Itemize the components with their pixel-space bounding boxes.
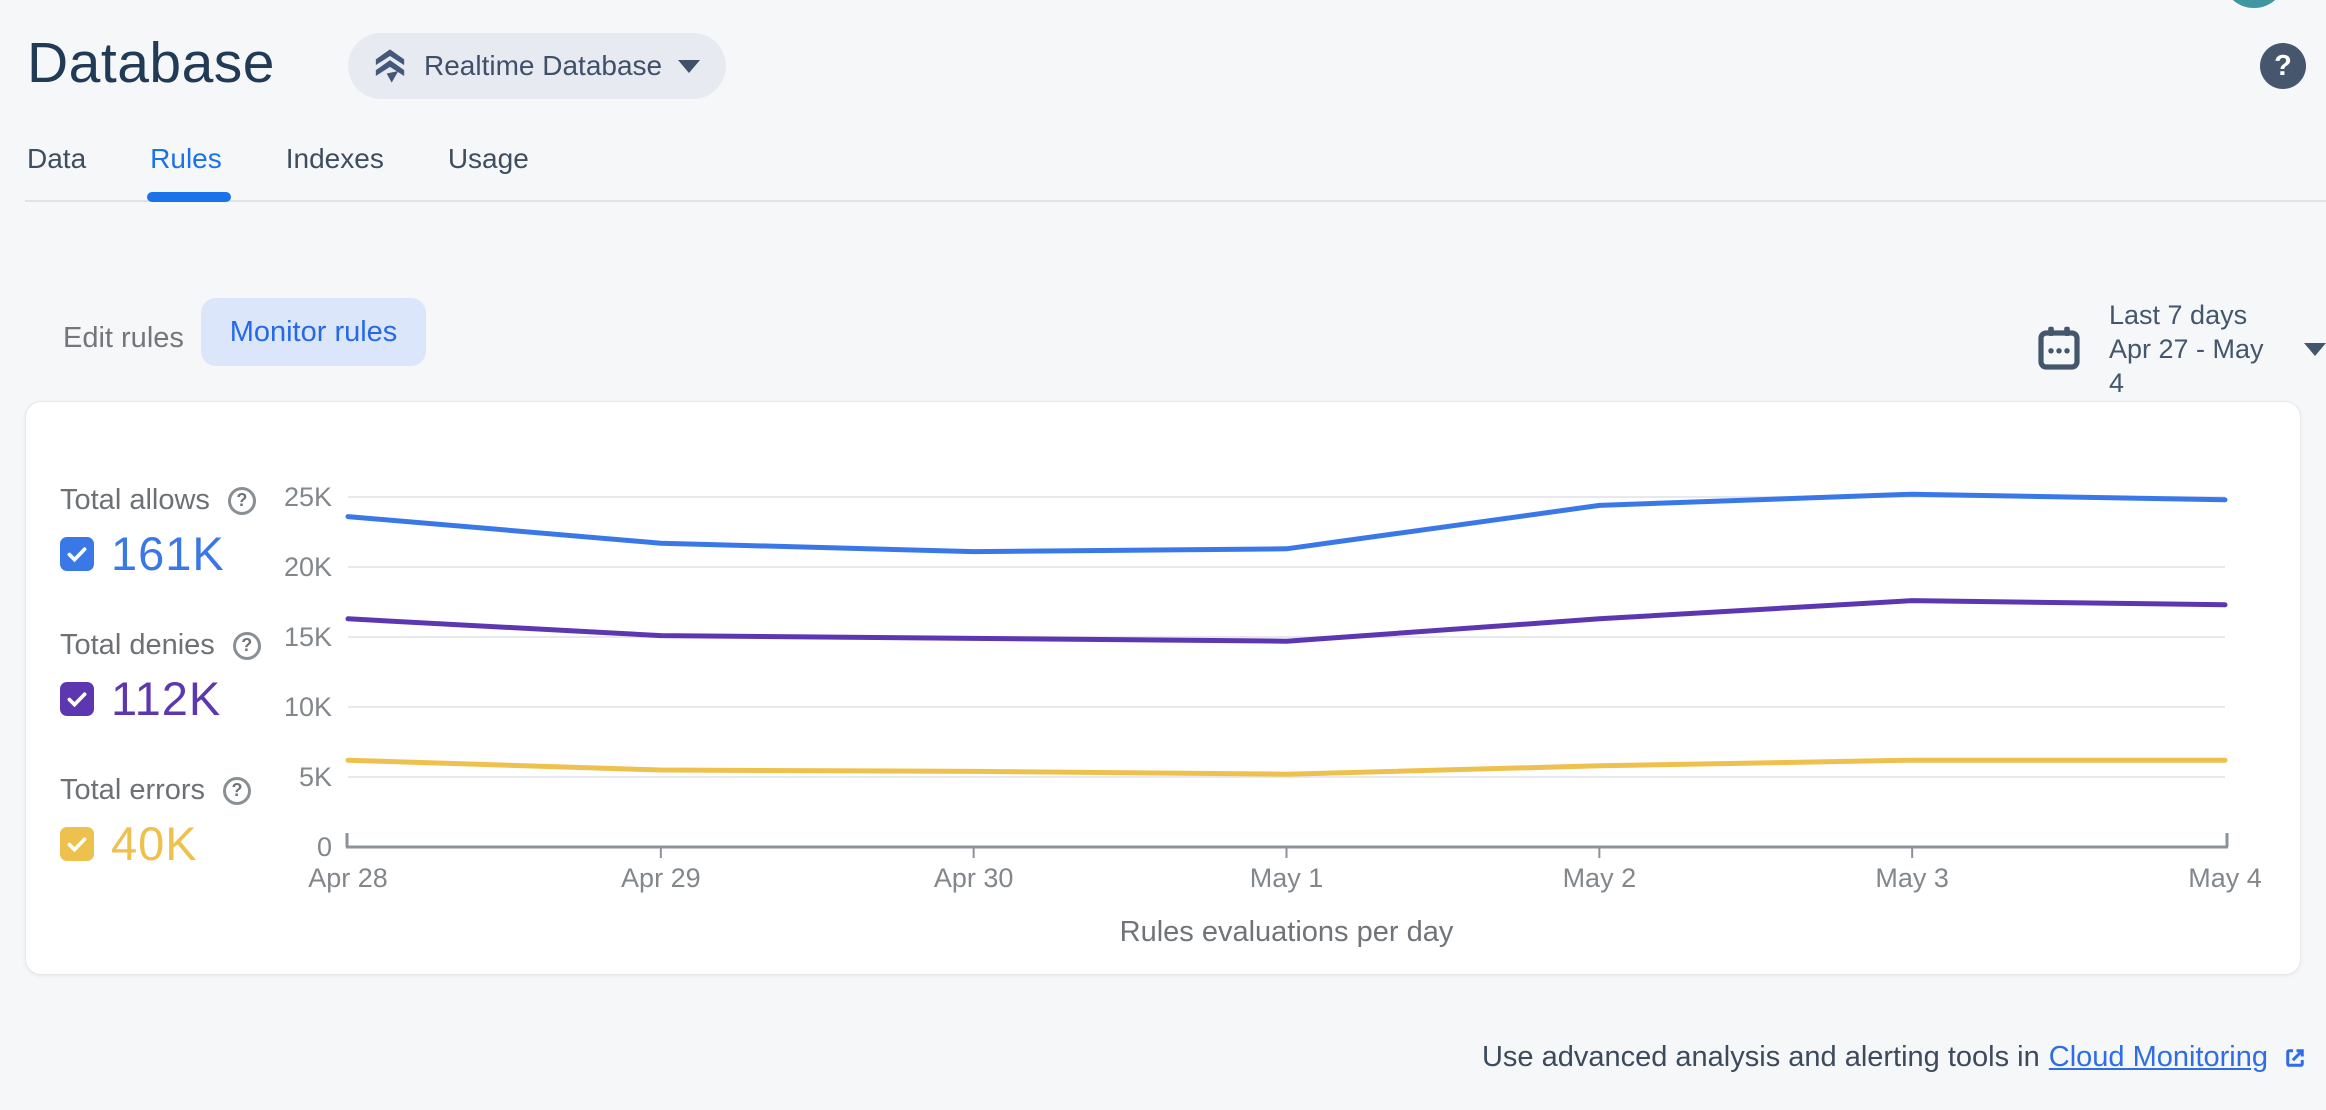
cloud-monitoring-link[interactable]: Cloud Monitoring — [2049, 1041, 2268, 1074]
svg-text:May 1: May 1 — [1250, 863, 1324, 893]
svg-text:May 3: May 3 — [1875, 863, 1949, 893]
tab-bar: Data Rules Indexes Usage — [27, 143, 529, 175]
page-title: Database — [27, 31, 276, 95]
total-allows-label: Total allows — [60, 484, 210, 516]
svg-text:25K: 25K — [284, 482, 332, 512]
calendar-icon — [2035, 324, 2083, 374]
chevron-down-icon — [678, 59, 701, 73]
edit-rules-button[interactable]: Edit rules — [63, 322, 184, 355]
total-denies-checkbox[interactable] — [60, 681, 94, 716]
tab-divider — [25, 200, 2326, 202]
svg-text:20K: 20K — [284, 552, 332, 582]
svg-text:5K: 5K — [299, 762, 332, 792]
legend-total-allows: Total allows ? 161K — [60, 484, 256, 581]
rules-evaluations-chart: 0 5K 10K 15K 20K 25K Apr 28 Apr 29 Apr 30 May 1 Ma… — [240, 470, 2326, 975]
help-button[interactable]: ? — [2260, 43, 2306, 89]
svg-text:Rules evaluations per day: Rules evaluations per day — [1120, 916, 1454, 948]
date-range-selector[interactable]: Last 7 days Apr 27 - May 4 — [2035, 298, 2326, 400]
svg-text:10K: 10K — [284, 692, 332, 722]
tab-data[interactable]: Data — [27, 143, 86, 175]
svg-text:May 4: May 4 — [2188, 863, 2262, 893]
total-errors-checkbox[interactable] — [60, 826, 94, 861]
svg-text:Apr 28: Apr 28 — [308, 863, 388, 893]
question-mark-icon: ? — [2274, 49, 2292, 82]
chevron-down-icon — [2304, 342, 2326, 356]
external-link-icon[interactable] — [2280, 1043, 2310, 1073]
legend-total-errors: Total errors ? 40K — [60, 774, 252, 871]
svg-text:0: 0 — [317, 832, 332, 862]
legend-total-denies: Total denies ? 112K — [60, 629, 261, 726]
footer-text: Use advanced analysis and alerting tools… — [1481, 1041, 2040, 1073]
total-errors-label: Total errors — [60, 774, 206, 806]
product-selector[interactable]: Realtime Database — [348, 33, 727, 99]
total-allows-value: 161K — [111, 527, 225, 580]
product-selector-label: Realtime Database — [424, 50, 663, 81]
svg-text:May 2: May 2 — [1563, 863, 1637, 893]
total-denies-label: Total denies — [60, 629, 215, 661]
date-range-dates: Apr 27 - May 4 — [2109, 334, 2264, 398]
avatar[interactable] — [2222, 0, 2286, 8]
svg-text:Apr 29: Apr 29 — [621, 863, 701, 893]
tab-indexes[interactable]: Indexes — [286, 143, 384, 175]
svg-text:15K: 15K — [284, 622, 332, 652]
footer-note: Use advanced analysis and alerting tools… — [1482, 1041, 2310, 1074]
total-allows-checkbox[interactable] — [60, 536, 94, 571]
realtime-database-icon — [370, 46, 410, 86]
monitor-rules-button[interactable]: Monitor rules — [201, 298, 426, 366]
tab-rules[interactable]: Rules — [150, 143, 222, 175]
total-errors-value: 40K — [111, 817, 198, 870]
svg-text:Apr 30: Apr 30 — [934, 863, 1014, 893]
date-range-preset: Last 7 days — [2109, 300, 2248, 330]
active-tab-indicator — [147, 192, 231, 202]
tab-usage[interactable]: Usage — [448, 143, 529, 175]
total-denies-value: 112K — [111, 672, 222, 725]
page: Database Realtime Database ? Data Rules … — [0, 0, 2326, 1110]
